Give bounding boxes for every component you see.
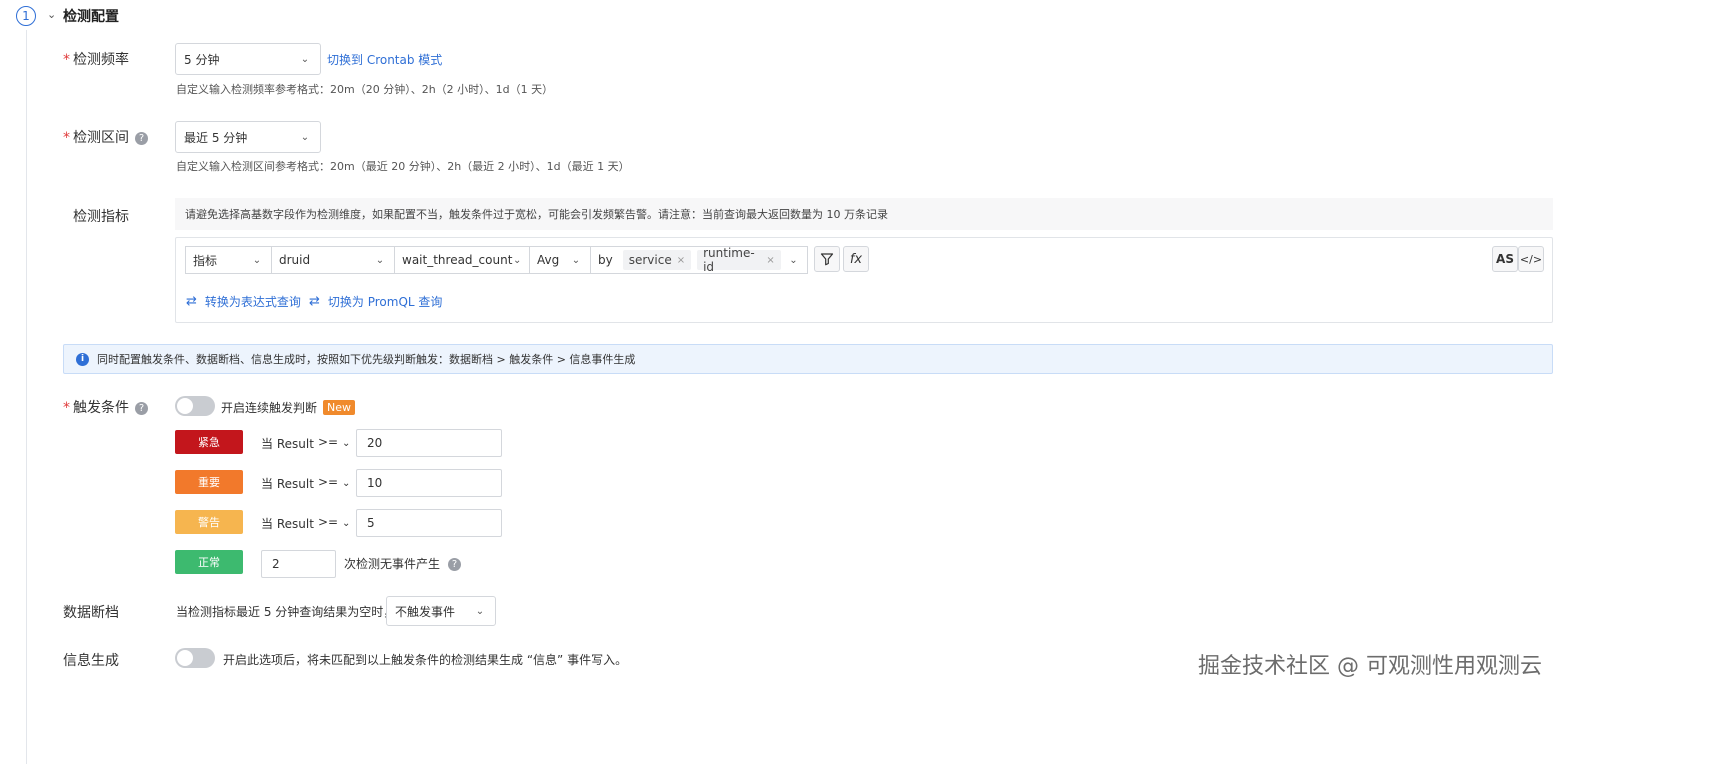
close-icon[interactable]: × xyxy=(677,255,685,266)
normal-count-input[interactable]: 2 xyxy=(261,550,336,578)
condition-text: 当 Result xyxy=(261,477,314,491)
severity-important-badge: 重要 xyxy=(175,470,243,494)
watermark: 掘金技术社区 @ 可观测性用观测云 xyxy=(1198,654,1542,679)
query-group-by-select[interactable]: by service × runtime-id × ⌄ xyxy=(590,246,808,274)
severity-warning-badge: 警告 xyxy=(175,510,243,534)
switch-promql-link[interactable]: ⇄ 切换为 PromQL 查询 xyxy=(309,293,442,310)
required-mark: * xyxy=(63,52,70,68)
frequency-select[interactable]: 5 分钟 ⌄ xyxy=(175,43,321,75)
required-mark: * xyxy=(63,400,70,416)
function-button[interactable]: fx xyxy=(843,246,869,272)
info-icon: i xyxy=(76,352,89,366)
query-field-select[interactable]: wait_thread_count ⌄ xyxy=(394,246,530,274)
chevron-down-icon: ⌄ xyxy=(375,254,385,266)
important-threshold-input[interactable]: 10 xyxy=(356,469,502,497)
chevron-down-icon: ⌄ xyxy=(341,518,351,529)
metric-label: 检测指标 xyxy=(73,209,129,225)
filter-button[interactable] xyxy=(814,246,840,272)
help-icon[interactable]: ? xyxy=(135,132,148,145)
operator-select[interactable]: >= ⌄ xyxy=(318,515,350,529)
step-timeline xyxy=(26,30,27,764)
group-tag: runtime-id × xyxy=(697,246,781,274)
code-icon[interactable]: </> xyxy=(1518,246,1544,272)
normal-suffix: 次检测无事件产生? xyxy=(344,555,462,572)
section-title: 检测配置 xyxy=(63,9,119,25)
chevron-down-icon[interactable]: ⌄ xyxy=(47,8,56,21)
group-tag: service × xyxy=(622,250,692,270)
nodata-label: 数据断档 xyxy=(63,605,119,621)
query-source-select[interactable]: druid ⌄ xyxy=(271,246,395,274)
chevron-down-icon: ⌄ xyxy=(341,478,351,489)
chevron-down-icon: ⌄ xyxy=(300,53,310,65)
operator-select[interactable]: >= ⌄ xyxy=(318,435,350,449)
infogen-label: 信息生成 xyxy=(63,653,119,669)
continuous-trigger-label: 开启连续触发判断 New xyxy=(221,399,356,416)
query-agg-select[interactable]: Avg ⌄ xyxy=(529,246,591,274)
interval-select[interactable]: 最近 5 分钟 ⌄ xyxy=(175,121,321,153)
chevron-down-icon: ⌄ xyxy=(252,254,262,266)
alias-button[interactable]: AS xyxy=(1492,246,1518,272)
frequency-value: 5 分钟 xyxy=(184,52,220,67)
chevron-down-icon: ⌄ xyxy=(513,254,522,266)
swap-icon: ⇄ xyxy=(186,294,197,309)
nodata-action-select[interactable]: 不触发事件 ⌄ xyxy=(386,596,496,626)
severity-normal-badge: 正常 xyxy=(175,550,243,574)
chevron-down-icon: ⌄ xyxy=(789,254,798,266)
filter-icon xyxy=(820,253,834,266)
nodata-text: 当检测指标最近 5 分钟查询结果为空时， xyxy=(176,605,396,619)
close-icon[interactable]: × xyxy=(766,255,774,266)
interval-value: 最近 5 分钟 xyxy=(184,130,248,145)
chevron-down-icon: ⌄ xyxy=(341,438,351,449)
condition-text: 当 Result xyxy=(261,517,314,531)
metric-warning: 请避免选择高基数字段作为检测维度，如果配置不当，触发条件过于宽松，可能会引发频繁… xyxy=(175,198,1553,230)
by-label: by xyxy=(598,253,613,267)
trigger-label: * 触发条件? xyxy=(63,397,148,417)
required-mark: * xyxy=(63,130,70,146)
query-type-select[interactable]: 指标 ⌄ xyxy=(185,246,272,274)
operator-select[interactable]: >= ⌄ xyxy=(318,475,350,489)
warning-threshold-input[interactable]: 5 xyxy=(356,509,502,537)
condition-text: 当 Result xyxy=(261,437,314,451)
interval-label: * 检测区间? xyxy=(63,127,148,147)
convert-expression-link[interactable]: ⇄ 转换为表达式查询 xyxy=(186,293,301,310)
chevron-down-icon: ⌄ xyxy=(475,605,485,617)
continuous-trigger-toggle[interactable] xyxy=(175,396,215,416)
infogen-text: 开启此选项后，将未匹配到以上触发条件的检测结果生成 “信息” 事件写入。 xyxy=(223,653,628,667)
help-icon[interactable]: ? xyxy=(135,402,148,415)
switch-crontab-link[interactable]: 切换到 Crontab 模式 xyxy=(327,51,442,68)
chevron-down-icon: ⌄ xyxy=(300,131,310,143)
frequency-label: * 检测频率 xyxy=(63,52,129,68)
priority-info-banner: i 同时配置触发条件、数据断档、信息生成时，按照如下优先级判断触发：数据断档 >… xyxy=(63,344,1553,374)
help-icon[interactable]: ? xyxy=(448,558,462,571)
new-badge: New xyxy=(323,400,356,415)
swap-icon: ⇄ xyxy=(309,294,320,309)
step-number: 1 xyxy=(16,6,36,26)
chevron-down-icon: ⌄ xyxy=(571,254,581,266)
infogen-toggle[interactable] xyxy=(175,648,215,668)
interval-hint: 自定义输入检测区间参考格式：20m（最近 20 分钟）、2h（最近 2 小时）、… xyxy=(176,160,630,173)
metric-query-box: 指标 ⌄ druid ⌄ wait_thread_count ⌄ Avg ⌄ by se… xyxy=(175,237,1553,323)
critical-threshold-input[interactable]: 20 xyxy=(356,429,502,457)
severity-critical-badge: 紧急 xyxy=(175,430,243,454)
frequency-hint: 自定义输入检测频率参考格式：20m（20 分钟）、2h（2 小时）、1d（1 天… xyxy=(176,83,554,96)
